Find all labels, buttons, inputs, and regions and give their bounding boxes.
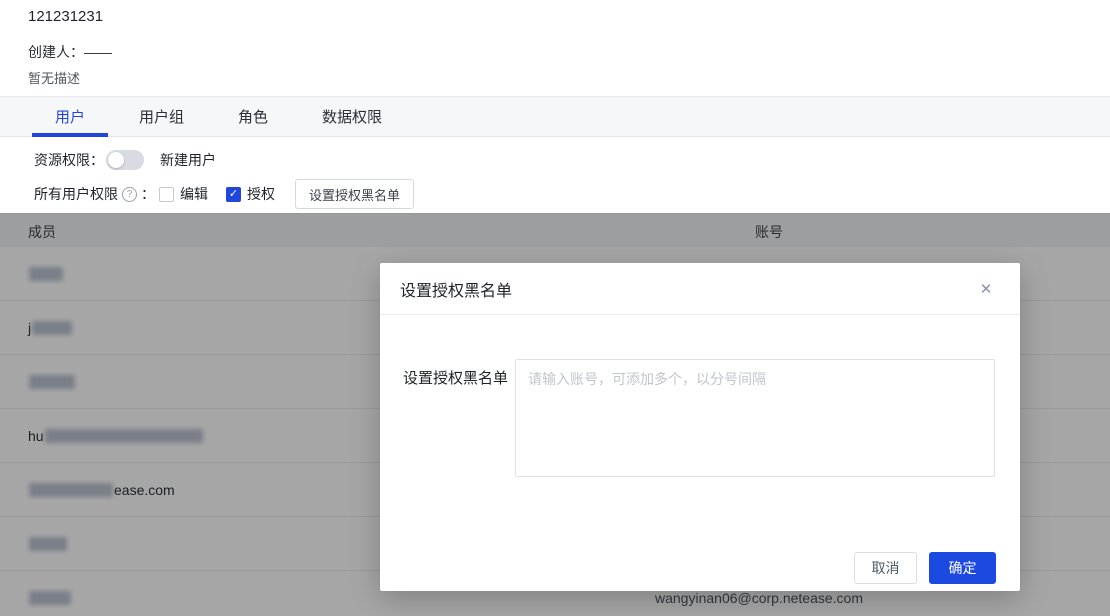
cancel-button[interactable]: 取消 <box>854 552 917 584</box>
permission-page: 121231231 创建人：—— 暂无描述 用户 用户组 角色 数据权限 资源权… <box>0 0 1110 616</box>
tab-bar: 用户 用户组 角色 数据权限 <box>0 96 1110 137</box>
tab-users[interactable]: 用户 <box>28 97 112 136</box>
checkbox-edit-box <box>159 187 174 202</box>
checkbox-authorize[interactable]: ✓ 授权 <box>226 184 275 204</box>
tab-data-permissions[interactable]: 数据权限 <box>295 97 409 136</box>
set-blacklist-dialog: 设置授权黑名单 ✕ 设置授权黑名单 取消 确定 <box>380 263 1020 591</box>
close-icon[interactable]: ✕ <box>976 279 996 299</box>
page-title: 121231231 <box>28 8 103 25</box>
description-label: 暂无描述 <box>28 68 80 87</box>
checkbox-authorize-label: 授权 <box>247 184 275 204</box>
all-user-permission-label: 所有用户权限 <box>34 184 118 204</box>
checkbox-edit-label: 编辑 <box>180 184 208 204</box>
tab-roles[interactable]: 角色 <box>211 97 295 136</box>
confirm-button[interactable]: 确定 <box>929 552 996 584</box>
dialog-body: 设置授权黑名单 <box>380 315 1020 482</box>
creator-label: 创建人：—— <box>28 42 112 62</box>
new-user-label[interactable]: 新建用户 <box>160 150 216 170</box>
resource-permission-toggle[interactable] <box>106 150 144 170</box>
dialog-title: 设置授权黑名单 <box>400 277 512 301</box>
page-header: 121231231 创建人：—— 暂无描述 <box>0 0 1110 96</box>
dialog-footer: 取消 确定 <box>854 552 996 584</box>
checkbox-edit[interactable]: 编辑 <box>159 184 208 204</box>
blacklist-input[interactable] <box>515 359 995 477</box>
resource-permission-label: 资源权限： <box>34 150 104 170</box>
toggle-knob <box>108 152 124 168</box>
all-user-permission-row: 所有用户权限 ? ： 编辑 ✓ 授权 设置授权黑名单 <box>34 179 414 209</box>
toolbar: 资源权限： 新建用户 所有用户权限 ? ： 编辑 ✓ 授权 设置授权黑名单 <box>0 137 1110 213</box>
blacklist-field-label: 设置授权黑名单 <box>403 359 515 482</box>
tab-user-groups[interactable]: 用户组 <box>112 97 211 136</box>
help-icon[interactable]: ? <box>122 187 137 202</box>
blacklist-field <box>515 359 995 482</box>
colon-text: ： <box>141 184 155 204</box>
set-blacklist-button[interactable]: 设置授权黑名单 <box>295 179 414 209</box>
resource-permission-row: 资源权限： 新建用户 <box>34 147 216 173</box>
permission-checkbox-group: 编辑 ✓ 授权 <box>159 184 293 204</box>
dialog-header: 设置授权黑名单 ✕ <box>380 263 1020 315</box>
checkbox-authorize-box: ✓ <box>226 187 241 202</box>
